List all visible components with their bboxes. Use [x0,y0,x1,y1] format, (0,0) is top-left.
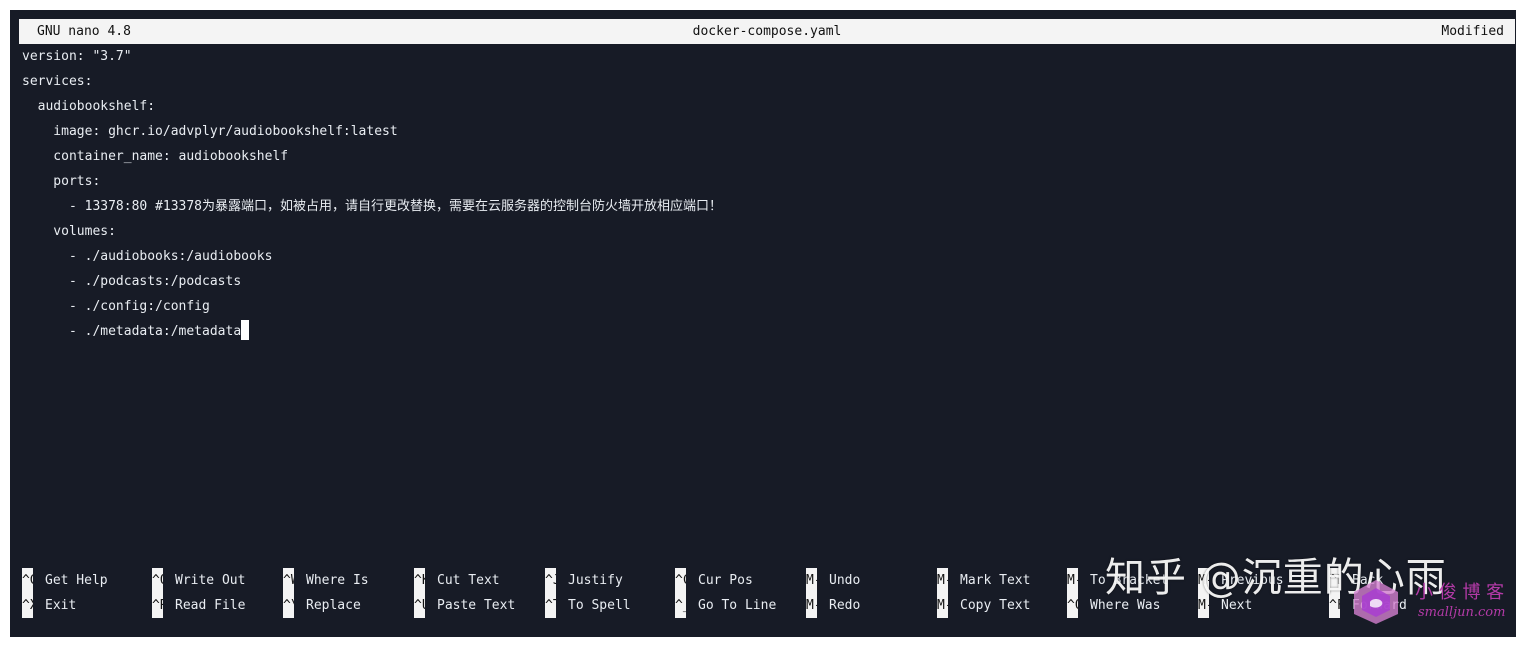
file-name: docker-compose.yaml [692,24,842,39]
shortcut-label: Cur Pos [698,573,753,588]
editor-line[interactable]: - ./audiobooks:/audiobooks [22,244,1516,269]
shortcut-key: M-U [806,568,817,593]
shortcut-key: ^U [414,593,425,618]
shortcut-justify[interactable]: ^J Justify [545,568,623,593]
shortcut-label: To Spell [568,598,631,613]
shortcut-label: Cut Text [437,573,500,588]
shortcut-key: ^\ [283,593,294,618]
shortcut-label: Paste Text [437,598,516,613]
nano-title-bar: GNU nano 4.8 docker-compose.yaml Modifie… [19,19,1515,44]
shortcut-replace[interactable]: ^\ Replace [283,593,361,618]
shortcut-redo[interactable]: M-E Redo [806,593,860,618]
shortcut-key: M-A [937,568,948,593]
shortcut-exit[interactable]: ^X Exit [22,593,76,618]
shortcut-label: Undo [829,573,861,588]
shortcut-key: ^W [283,568,294,593]
text-cursor [241,320,250,340]
shortcut-key: ^K [414,568,425,593]
shortcut-label: Get Help [45,573,108,588]
shortcut-key: ^T [545,593,556,618]
shortcut-read-file[interactable]: ^R Read File [152,593,245,618]
shortcut-paste-text[interactable]: ^U Paste Text [414,593,515,618]
terminal-window: GNU nano 4.8 docker-compose.yaml Modifie… [10,10,1516,637]
shortcut-undo[interactable]: M-U Undo [806,568,860,593]
shortcut-key: ^X [22,593,33,618]
shortcut-copy-text[interactable]: M-6 Copy Text [937,593,1030,618]
shortcut-key: M-6 [937,593,948,618]
shortcut-key: M-E [806,593,817,618]
shortcut-cut-text[interactable]: ^K Cut Text [414,568,500,593]
shortcut-label: Go To Line [698,598,777,613]
shortcut-key: ^O [152,568,163,593]
logo-text: 小 俊 博 客 [1415,582,1505,603]
editor-line[interactable]: - ./metadata:/metadata [22,319,1516,344]
editor-line[interactable]: services: [22,69,1516,94]
editor-line[interactable]: - ./config:/config [22,294,1516,319]
shortcut-to-spell[interactable]: ^T To Spell [545,593,631,618]
modified-status: Modified [1441,24,1504,39]
shortcut-label: Write Out [175,573,246,588]
shortcut-go-to-line[interactable]: ^_ Go To Line [675,593,776,618]
shortcut-label: Exit [45,598,77,613]
editor-line[interactable]: volumes: [22,219,1516,244]
shortcut-label: Read File [175,598,246,613]
shortcut-cur-pos[interactable]: ^C Cur Pos [675,568,753,593]
shortcut-key: ^Q [1067,593,1078,618]
shortcut-label: Where Is [306,573,369,588]
editor-line[interactable]: version: "3.7" [22,44,1516,69]
editor-line[interactable]: image: ghcr.io/advplyr/audiobookshelf:la… [22,119,1516,144]
shortcut-mark-text[interactable]: M-A Mark Text [937,568,1030,593]
shortcut-key: ^J [545,568,556,593]
shortcut-label: Copy Text [960,598,1031,613]
shortcut-key: ^R [152,593,163,618]
editor-text-area[interactable]: version: "3.7" services: audiobookshelf: … [22,44,1516,344]
shortcut-key: ^_ [675,593,686,618]
shortcut-label: Mark Text [960,573,1031,588]
shortcut-label: Redo [829,598,861,613]
shortcut-key: ^G [22,568,33,593]
logo-domain: smalljun.com [1418,605,1506,620]
shortcut-key: ^C [675,568,686,593]
shortcut-get-help[interactable]: ^G Get Help [22,568,108,593]
shortcut-where-is[interactable]: ^W Where Is [283,568,369,593]
smalljun-logo-icon [1354,580,1398,624]
editor-line[interactable]: audiobookshelf: [22,94,1516,119]
editor-line[interactable]: container_name: audiobookshelf [22,144,1516,169]
shortcut-label: Replace [306,598,361,613]
shortcut-write-out[interactable]: ^O Write Out [152,568,245,593]
editor-line[interactable]: - 13378:80 #13378为暴露端口，如被占用，请自行更改替换，需要在云… [22,194,1516,219]
shortcut-key: M-] [1067,568,1078,593]
editor-line[interactable]: ports: [22,169,1516,194]
editor-line[interactable]: - ./podcasts:/podcasts [22,269,1516,294]
shortcut-label: Justify [568,573,623,588]
